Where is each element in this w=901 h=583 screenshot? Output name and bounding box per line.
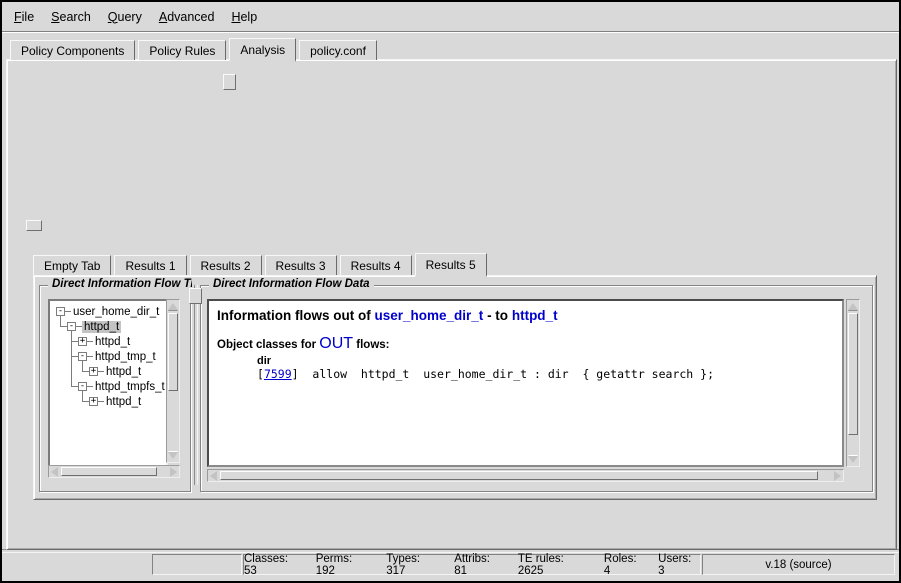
tab-results-1[interactable]: Results 1	[114, 255, 186, 275]
scroll-thumb[interactable]	[168, 313, 178, 391]
apol-window: File Search Query Advanced Help Policy C…	[0, 0, 901, 583]
flow-direction: OUT	[319, 335, 353, 352]
tree-node-label[interactable]: httpd_t	[93, 336, 132, 348]
stat-users: Users: 3	[658, 553, 700, 577]
results-tab-bar: Empty Tab Results 1 Results 2 Results 3 …	[33, 252, 490, 275]
tab-results-5[interactable]: Results 5	[415, 253, 487, 277]
tree-node[interactable]: + httpd_t	[89, 364, 143, 379]
scroll-up-icon[interactable]	[848, 303, 858, 310]
vertical-sash-grip[interactable]	[223, 74, 236, 90]
menu-help[interactable]: Help	[231, 10, 257, 24]
stat-perms: Perms: 192	[316, 553, 373, 577]
source-type: user_home_dir_t	[375, 308, 484, 323]
menu-file[interactable]: File	[14, 10, 34, 24]
results-page: Direct Information Flow Tree -user_ho	[33, 275, 877, 500]
tab-policy-rules[interactable]: Policy Rules	[138, 40, 226, 60]
data-hscrollbar[interactable]	[207, 469, 844, 482]
tree-connector	[71, 356, 78, 357]
tree-hscrollbar[interactable]	[48, 465, 180, 478]
flow-tree-title: Direct Information Flow Tree	[48, 278, 192, 290]
policy-version: v.18 (source)	[765, 559, 831, 571]
stat-types: Types: 317	[386, 553, 441, 577]
tree-connector	[60, 326, 67, 327]
results-vertical-sash[interactable]	[194, 285, 198, 485]
expander-icon[interactable]: -	[56, 307, 65, 316]
tree-connector	[82, 371, 89, 372]
target-type: httpd_t	[512, 308, 558, 323]
scroll-left-icon[interactable]	[210, 471, 217, 481]
rule-number-link[interactable]: 7599	[264, 367, 292, 381]
tree-node-label[interactable]: httpd_t	[104, 396, 143, 408]
flow-data-text[interactable]: Information flows out of user_home_dir_t…	[207, 299, 844, 467]
flow-data-frame: Direct Information Flow Data Information…	[200, 285, 873, 492]
allow-rule-line: [7599] allow httpd_t user_home_dir_t : d…	[257, 367, 834, 381]
scroll-up-icon[interactable]	[168, 303, 178, 310]
expander-icon[interactable]: -	[78, 352, 87, 361]
scroll-thumb[interactable]	[220, 471, 818, 480]
tree-connector	[71, 386, 78, 387]
menu-separator	[2, 31, 899, 32]
tree-connector	[71, 331, 72, 386]
flow-data-title: Direct Information Flow Data	[209, 278, 374, 290]
flow-heading: Information flows out of user_home_dir_t…	[217, 308, 834, 323]
scroll-down-icon[interactable]	[848, 456, 858, 463]
expander-icon[interactable]: -	[67, 322, 76, 331]
tree-node[interactable]: -httpd_tmpfs_t	[78, 379, 167, 394]
tab-policy-conf[interactable]: policy.conf	[299, 40, 377, 60]
menu-query[interactable]: Query	[108, 10, 142, 24]
tab-analysis[interactable]: Analysis	[229, 38, 296, 62]
scroll-right-icon[interactable]	[170, 467, 177, 477]
expander-icon[interactable]: -	[78, 382, 87, 391]
tree-connector	[71, 341, 78, 342]
data-vscrollbar[interactable]	[846, 299, 860, 467]
stat-attribs: Attribs: 81	[454, 553, 505, 577]
flow-tree[interactable]: -user_home_dir_t -httpd_t +httpd_t -http…	[48, 299, 168, 467]
main-tab-bar: Policy Components Policy Rules Analysis …	[10, 36, 380, 60]
analysis-results-frame: Analysis Results Empty Tab Results 1 Res…	[20, 234, 888, 538]
tree-node[interactable]: -user_home_dir_t	[56, 304, 161, 319]
tree-node-label[interactable]: httpd_t	[82, 321, 121, 333]
status-version-panel: v.18 (source)	[702, 554, 895, 575]
tree-connector	[82, 401, 89, 402]
flow-subheading: Object classes for OUT flows:	[217, 335, 834, 353]
tree-node-label[interactable]: httpd_t	[104, 366, 143, 378]
status-stats-panel: Classes: 53 Perms: 192 Types: 317 Attrib…	[243, 554, 701, 575]
stat-roles: Roles: 4	[604, 553, 645, 577]
scroll-thumb[interactable]	[61, 467, 157, 476]
horizontal-sash-grip[interactable]	[26, 220, 42, 231]
expander-icon[interactable]: +	[89, 397, 98, 406]
tab-policy-components[interactable]: Policy Components	[10, 40, 135, 60]
tree-node[interactable]: + httpd_t	[89, 394, 143, 409]
menu-advanced[interactable]: Advanced	[159, 10, 215, 24]
scroll-right-icon[interactable]	[834, 471, 841, 481]
menu-search[interactable]: Search	[51, 10, 91, 24]
tree-node-label[interactable]: httpd_tmpfs_t	[93, 381, 167, 393]
tab-results-2[interactable]: Results 2	[190, 255, 262, 275]
object-class-label: dir	[257, 355, 834, 367]
flow-tree-frame: Direct Information Flow Tree -user_ho	[39, 285, 191, 492]
status-empty-panel	[152, 554, 242, 575]
tree-node[interactable]: + httpd_t	[78, 334, 132, 349]
expander-icon[interactable]: +	[89, 367, 98, 376]
scroll-thumb[interactable]	[848, 313, 858, 435]
tree-node[interactable]: -httpd_tmp_t	[78, 349, 158, 364]
tree-node-selected[interactable]: -httpd_t	[67, 319, 121, 334]
scroll-left-icon[interactable]	[51, 467, 58, 477]
stat-classes: Classes: 53	[244, 553, 303, 577]
stat-te-rules: TE rules: 2625	[518, 553, 591, 577]
results-vertical-sash-grip[interactable]	[189, 288, 202, 304]
tab-empty[interactable]: Empty Tab	[33, 255, 111, 275]
tab-results-4[interactable]: Results 4	[340, 255, 412, 275]
tree-node-label[interactable]: user_home_dir_t	[71, 306, 161, 318]
menu-bar: File Search Query Advanced Help	[2, 2, 899, 31]
scroll-down-icon[interactable]	[168, 452, 178, 459]
tab-results-3[interactable]: Results 3	[265, 255, 337, 275]
tree-node-label[interactable]: httpd_tmp_t	[93, 351, 158, 363]
expander-icon[interactable]: +	[78, 337, 87, 346]
tree-vscrollbar[interactable]	[166, 299, 180, 463]
